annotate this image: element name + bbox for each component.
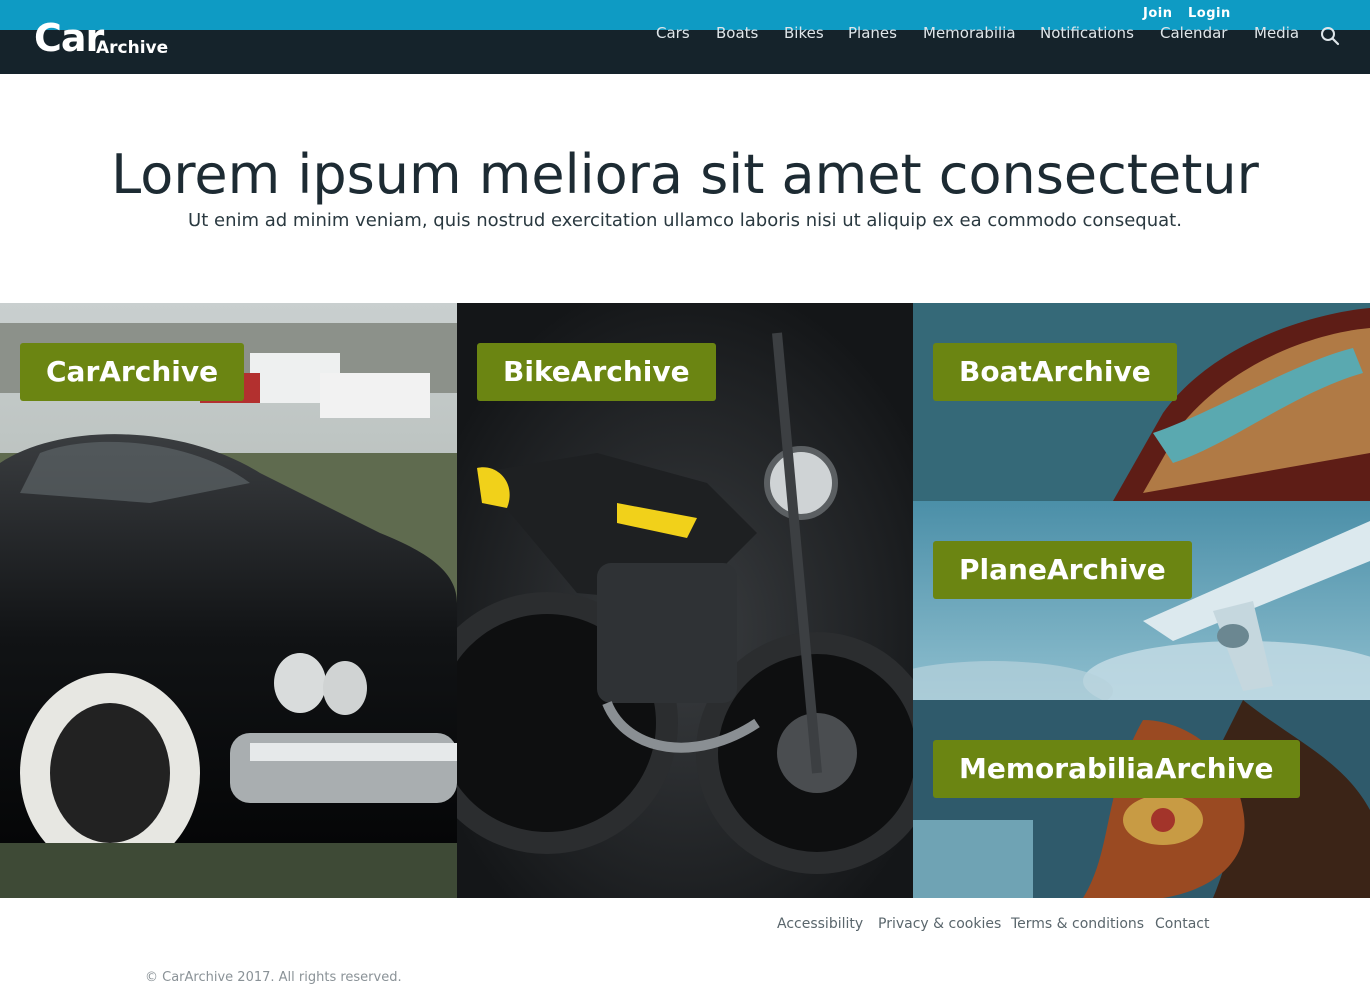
footer-link-privacy[interactable]: Privacy & cookies — [878, 916, 1001, 932]
page-title: Lorem ipsum meliora sit amet consectetur — [111, 143, 1259, 206]
footer-link-contact[interactable]: Contact — [1155, 916, 1209, 932]
copyright-text: © CarArchive 2017. All rights reserved. — [145, 970, 402, 985]
car-archive-label: CarArchive — [20, 343, 245, 401]
login-link[interactable]: Login — [1188, 6, 1231, 21]
nav-item-bikes[interactable]: Bikes — [784, 24, 824, 42]
site-logo[interactable]: Car Archive — [34, 18, 168, 58]
footer-link-terms[interactable]: Terms & conditions — [1011, 916, 1144, 932]
car-archive-tile[interactable]: CarArchive — [0, 303, 457, 898]
logo-car-text: Car — [34, 16, 104, 60]
bike-archive-tile[interactable]: BikeArchive — [457, 303, 913, 898]
join-link[interactable]: Join — [1143, 6, 1172, 21]
plane-archive-label: PlaneArchive — [933, 541, 1192, 599]
nav-item-media[interactable]: Media — [1254, 24, 1299, 42]
nav-item-memorabilia[interactable]: Memorabilia — [923, 24, 1016, 42]
plane-image — [913, 501, 1370, 700]
logo-archive-text: Archive — [96, 38, 169, 58]
nav-item-planes[interactable]: Planes — [848, 24, 897, 42]
plane-archive-tile[interactable]: PlaneArchive — [913, 501, 1370, 700]
carousel-horse-image — [913, 700, 1370, 898]
memorabilia-archive-tile[interactable]: MemorabiliaArchive — [913, 700, 1370, 898]
boat-image — [913, 303, 1370, 501]
boat-archive-tile[interactable]: BoatArchive — [913, 303, 1370, 501]
search-icon[interactable] — [1320, 26, 1340, 46]
memorabilia-archive-label: MemorabiliaArchive — [933, 740, 1300, 798]
page-subtitle: Ut enim ad minim veniam, quis nostrud ex… — [188, 210, 1182, 231]
boat-archive-label: BoatArchive — [933, 343, 1177, 401]
bike-archive-label: BikeArchive — [477, 343, 716, 401]
nav-item-notifications[interactable]: Notifications — [1040, 24, 1134, 42]
footer-link-accessibility[interactable]: Accessibility — [777, 916, 863, 932]
nav-item-calendar[interactable]: Calendar — [1160, 24, 1227, 42]
nav-item-cars[interactable]: Cars — [656, 24, 690, 42]
nav-item-boats[interactable]: Boats — [716, 24, 758, 42]
